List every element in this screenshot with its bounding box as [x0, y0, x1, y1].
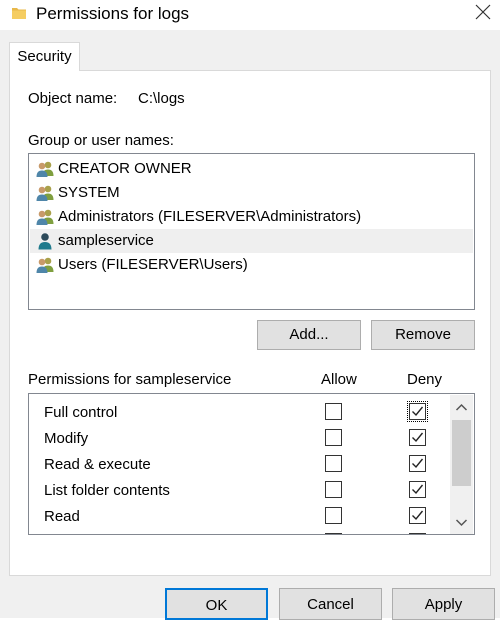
close-button[interactable] — [466, 0, 500, 30]
user-group-icon — [35, 208, 55, 226]
list-item-label: CREATOR OWNER — [58, 160, 192, 177]
allow-column-header: Allow — [321, 371, 357, 388]
permission-name: Read — [44, 508, 80, 525]
allow-full-control-checkbox[interactable] — [325, 403, 342, 420]
allow-partial-checkbox[interactable] — [325, 533, 342, 534]
list-item-creator-owner[interactable]: CREATOR OWNER — [30, 157, 473, 181]
scroll-up-button[interactable] — [453, 399, 470, 416]
deny-read-checkbox[interactable] — [409, 507, 426, 524]
permissions-list: Full control Modify Read & execute List … — [28, 393, 475, 535]
group-user-listbox[interactable]: CREATOR OWNER SYSTEM Administrators (FIL… — [28, 153, 475, 310]
permissions-label: Permissions for sampleservice — [28, 371, 232, 388]
permission-row-modify: Modify — [29, 426, 449, 452]
permission-name: Read & execute — [44, 456, 151, 473]
scrollbar-thumb[interactable] — [452, 420, 471, 486]
chevron-up-icon — [455, 403, 468, 411]
list-item-sampleservice[interactable]: sampleservice — [30, 229, 473, 253]
cancel-button[interactable]: Cancel — [279, 588, 382, 620]
allow-modify-checkbox[interactable] — [325, 429, 342, 446]
allow-list-folder-contents-checkbox[interactable] — [325, 481, 342, 498]
permission-row-list-folder-contents: List folder contents — [29, 478, 449, 504]
list-item-system[interactable]: SYSTEM — [30, 181, 473, 205]
ok-button[interactable]: OK — [165, 588, 268, 620]
folder-icon — [11, 5, 27, 21]
checkmark-icon — [412, 510, 424, 521]
permission-name: Full control — [44, 404, 118, 421]
user-group-icon — [35, 256, 55, 274]
apply-button[interactable]: Apply — [392, 588, 495, 620]
user-group-icon — [35, 160, 55, 178]
user-icon — [35, 232, 55, 250]
list-item-label: sampleservice — [58, 232, 154, 249]
remove-button[interactable]: Remove — [371, 320, 475, 350]
deny-read-execute-checkbox[interactable] — [409, 455, 426, 472]
scroll-down-button[interactable] — [453, 514, 470, 531]
group-names-label: Group or user names: — [28, 132, 174, 149]
checkmark-icon — [412, 406, 424, 417]
permission-row-read-execute: Read & execute — [29, 452, 449, 478]
permission-row-read: Read — [29, 504, 449, 530]
tab-security[interactable]: Security — [9, 42, 80, 71]
object-name-label: Object name: — [28, 90, 118, 107]
checkmark-icon — [412, 432, 424, 443]
object-name-value: C:\logs — [138, 90, 185, 107]
list-item-label: Administrators (FILESERVER\Administrator… — [58, 208, 362, 225]
checkmark-icon — [412, 458, 424, 469]
permission-name: Modify — [44, 430, 89, 447]
list-item-administrators[interactable]: Administrators (FILESERVER\Administrator… — [30, 205, 473, 229]
permission-row-full-control: Full control — [29, 400, 449, 426]
permission-row-partial — [29, 530, 449, 534]
list-item-label: Users (FILESERVER\Users) — [58, 256, 248, 273]
user-group-icon — [35, 184, 55, 202]
deny-column-header: Deny — [407, 371, 443, 388]
close-icon — [475, 4, 491, 20]
deny-full-control-checkbox[interactable] — [407, 401, 428, 422]
deny-list-folder-contents-checkbox[interactable] — [409, 481, 426, 498]
checkmark-icon — [412, 484, 424, 495]
deny-modify-checkbox[interactable] — [409, 429, 426, 446]
add-button[interactable]: Add... — [257, 320, 361, 350]
allow-read-checkbox[interactable] — [325, 507, 342, 524]
permission-name: List folder contents — [44, 482, 170, 499]
deny-partial-checkbox[interactable] — [409, 533, 426, 534]
window-title: Permissions for logs — [36, 4, 190, 23]
list-item-users[interactable]: Users (FILESERVER\Users) — [30, 253, 473, 277]
chevron-down-icon — [455, 519, 468, 527]
allow-read-execute-checkbox[interactable] — [325, 455, 342, 472]
list-item-label: SYSTEM — [58, 184, 120, 201]
